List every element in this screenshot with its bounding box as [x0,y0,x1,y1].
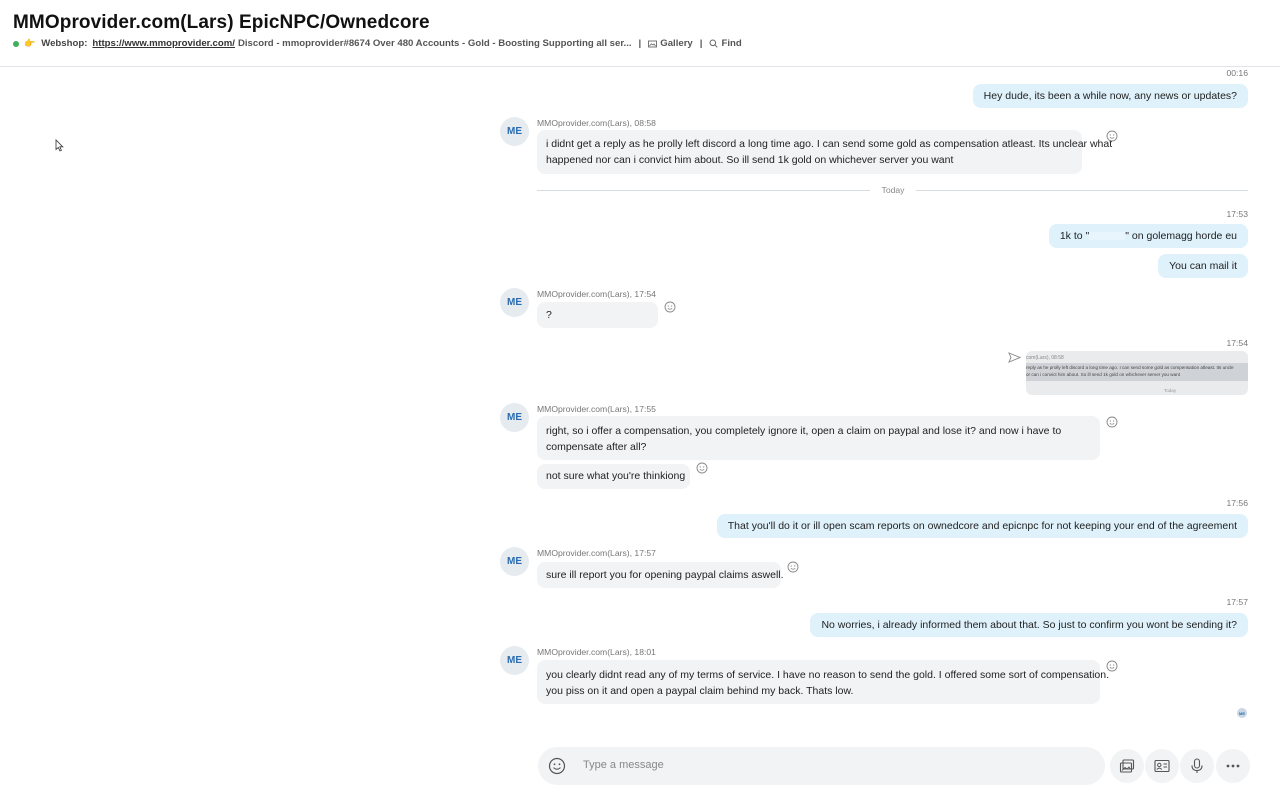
online-status-dot [13,40,19,47]
message-composer[interactable]: Type a message [538,747,1105,785]
outgoing-message[interactable]: Hey dude, its been a while now, any news… [972,84,1248,108]
incoming-message[interactable]: not sure what you're thinkiong [537,464,690,489]
preview-text: or can i convict him about. So ill send … [1026,372,1180,377]
message-line: you clearly didnt read any of my terms o… [546,669,1110,681]
avatar[interactable]: ME [500,646,529,675]
mood-message: Discord - mmoprovider#8674 Over 480 Acco… [237,38,632,49]
media-icon [1119,759,1135,773]
more-options-button[interactable] [1216,749,1250,783]
share-media-button[interactable] [1110,749,1144,783]
avatar[interactable]: ME [500,547,529,576]
redacted-text [1089,232,1126,241]
sender-name: MMOprovider.com(Lars), 18:01 [537,647,656,657]
message-text: " on golemagg horde eu [1125,230,1237,242]
find-label: Find [721,38,742,49]
preview-text: reply as he prolly left discord a long t… [1026,365,1234,370]
outgoing-message[interactable]: That you'll do it or ill open scam repor… [716,514,1248,538]
message-timestamp: 17:54 [1226,338,1248,348]
add-reaction-icon[interactable] [696,462,708,474]
more-icon [1226,764,1240,768]
search-icon [709,39,719,48]
add-reaction-icon[interactable] [664,301,676,313]
message-input[interactable]: Type a message [583,759,664,771]
voice-message-button[interactable] [1180,749,1214,783]
incoming-message[interactable]: sure ill report you for opening paypal c… [537,562,784,588]
message-line: i didnt get a reply as he prolly left di… [546,138,1113,150]
day-separator-label: Today [881,185,905,195]
chat-subtitle: 👉 Webshop: https://www.mmoprovider.com/ … [13,38,742,49]
incoming-message[interactable]: i didnt get a reply as he prolly left di… [537,130,1113,174]
sender-name: MMOprovider.com(Lars), 17:54 [537,289,656,299]
incoming-message[interactable]: you clearly didnt read any of my terms o… [537,660,1110,704]
message-line: compensate after all? [546,441,647,453]
microphone-icon [1191,758,1203,773]
message-timestamp: 00:16 [1226,68,1248,78]
chat-title[interactable]: MMOprovider.com(Lars) EpicNPC/Ownedcore [13,12,430,34]
divider: | [699,38,703,49]
gallery-label: Gallery [660,38,693,49]
image-attachment[interactable]: com(Lars), 08:58 reply as he prolly left… [1026,351,1248,395]
avatar[interactable]: ME [500,117,529,146]
message-line: you piss on it and open a paypal claim b… [546,685,854,697]
message-timestamp: 17:53 [1226,209,1248,219]
gallery-button[interactable]: Gallery [648,38,693,49]
message-timestamp: 17:56 [1226,498,1248,508]
incoming-message[interactable]: ? [537,302,658,328]
read-receipt-avatar: ME [1237,708,1247,718]
send-icon [1008,352,1021,363]
chat-header: MMOprovider.com(Lars) EpicNPC/Ownedcore … [0,0,1280,67]
avatar[interactable]: ME [500,403,529,432]
add-reaction-icon[interactable] [1106,660,1118,672]
mouse-cursor-icon [55,139,64,152]
message-line: right, so i offer a compensation, you co… [546,425,1062,437]
preview-text: Today [1164,388,1177,393]
sender-name: MMOprovider.com(Lars), 17:55 [537,404,656,414]
outgoing-message[interactable]: 1k to " " on golemagg horde eu [1048,224,1248,248]
pointing-hand-icon: 👉 [24,38,36,48]
message-text: 1k to " [1059,230,1090,242]
sender-name: MMOprovider.com(Lars), 08:58 [537,118,656,128]
gallery-icon [648,40,658,47]
day-separator: Today [537,185,1248,195]
contact-card-icon [1154,759,1170,773]
sender-name: MMOprovider.com(Lars), 17:57 [537,548,656,558]
webshop-link[interactable]: https://www.mmoprovider.com/ [92,38,235,49]
contact-card-button[interactable] [1145,749,1179,783]
preview-text: com(Lars), 08:58 [1026,355,1064,361]
emoji-icon[interactable] [548,757,566,775]
incoming-message[interactable]: right, so i offer a compensation, you co… [537,416,1100,460]
add-reaction-icon[interactable] [1106,130,1118,142]
find-button[interactable]: Find [709,38,742,49]
add-reaction-icon[interactable] [787,561,799,573]
message-timestamp: 17:57 [1226,597,1248,607]
message-line: happened nor can i convict him about. So… [546,154,954,166]
outgoing-message[interactable]: You can mail it [1158,254,1248,278]
add-reaction-icon[interactable] [1106,416,1118,428]
webshop-label: Webshop: [41,38,88,49]
divider: | [638,38,642,49]
avatar[interactable]: ME [500,288,529,317]
outgoing-message[interactable]: No worries, i already informed them abou… [810,613,1248,637]
